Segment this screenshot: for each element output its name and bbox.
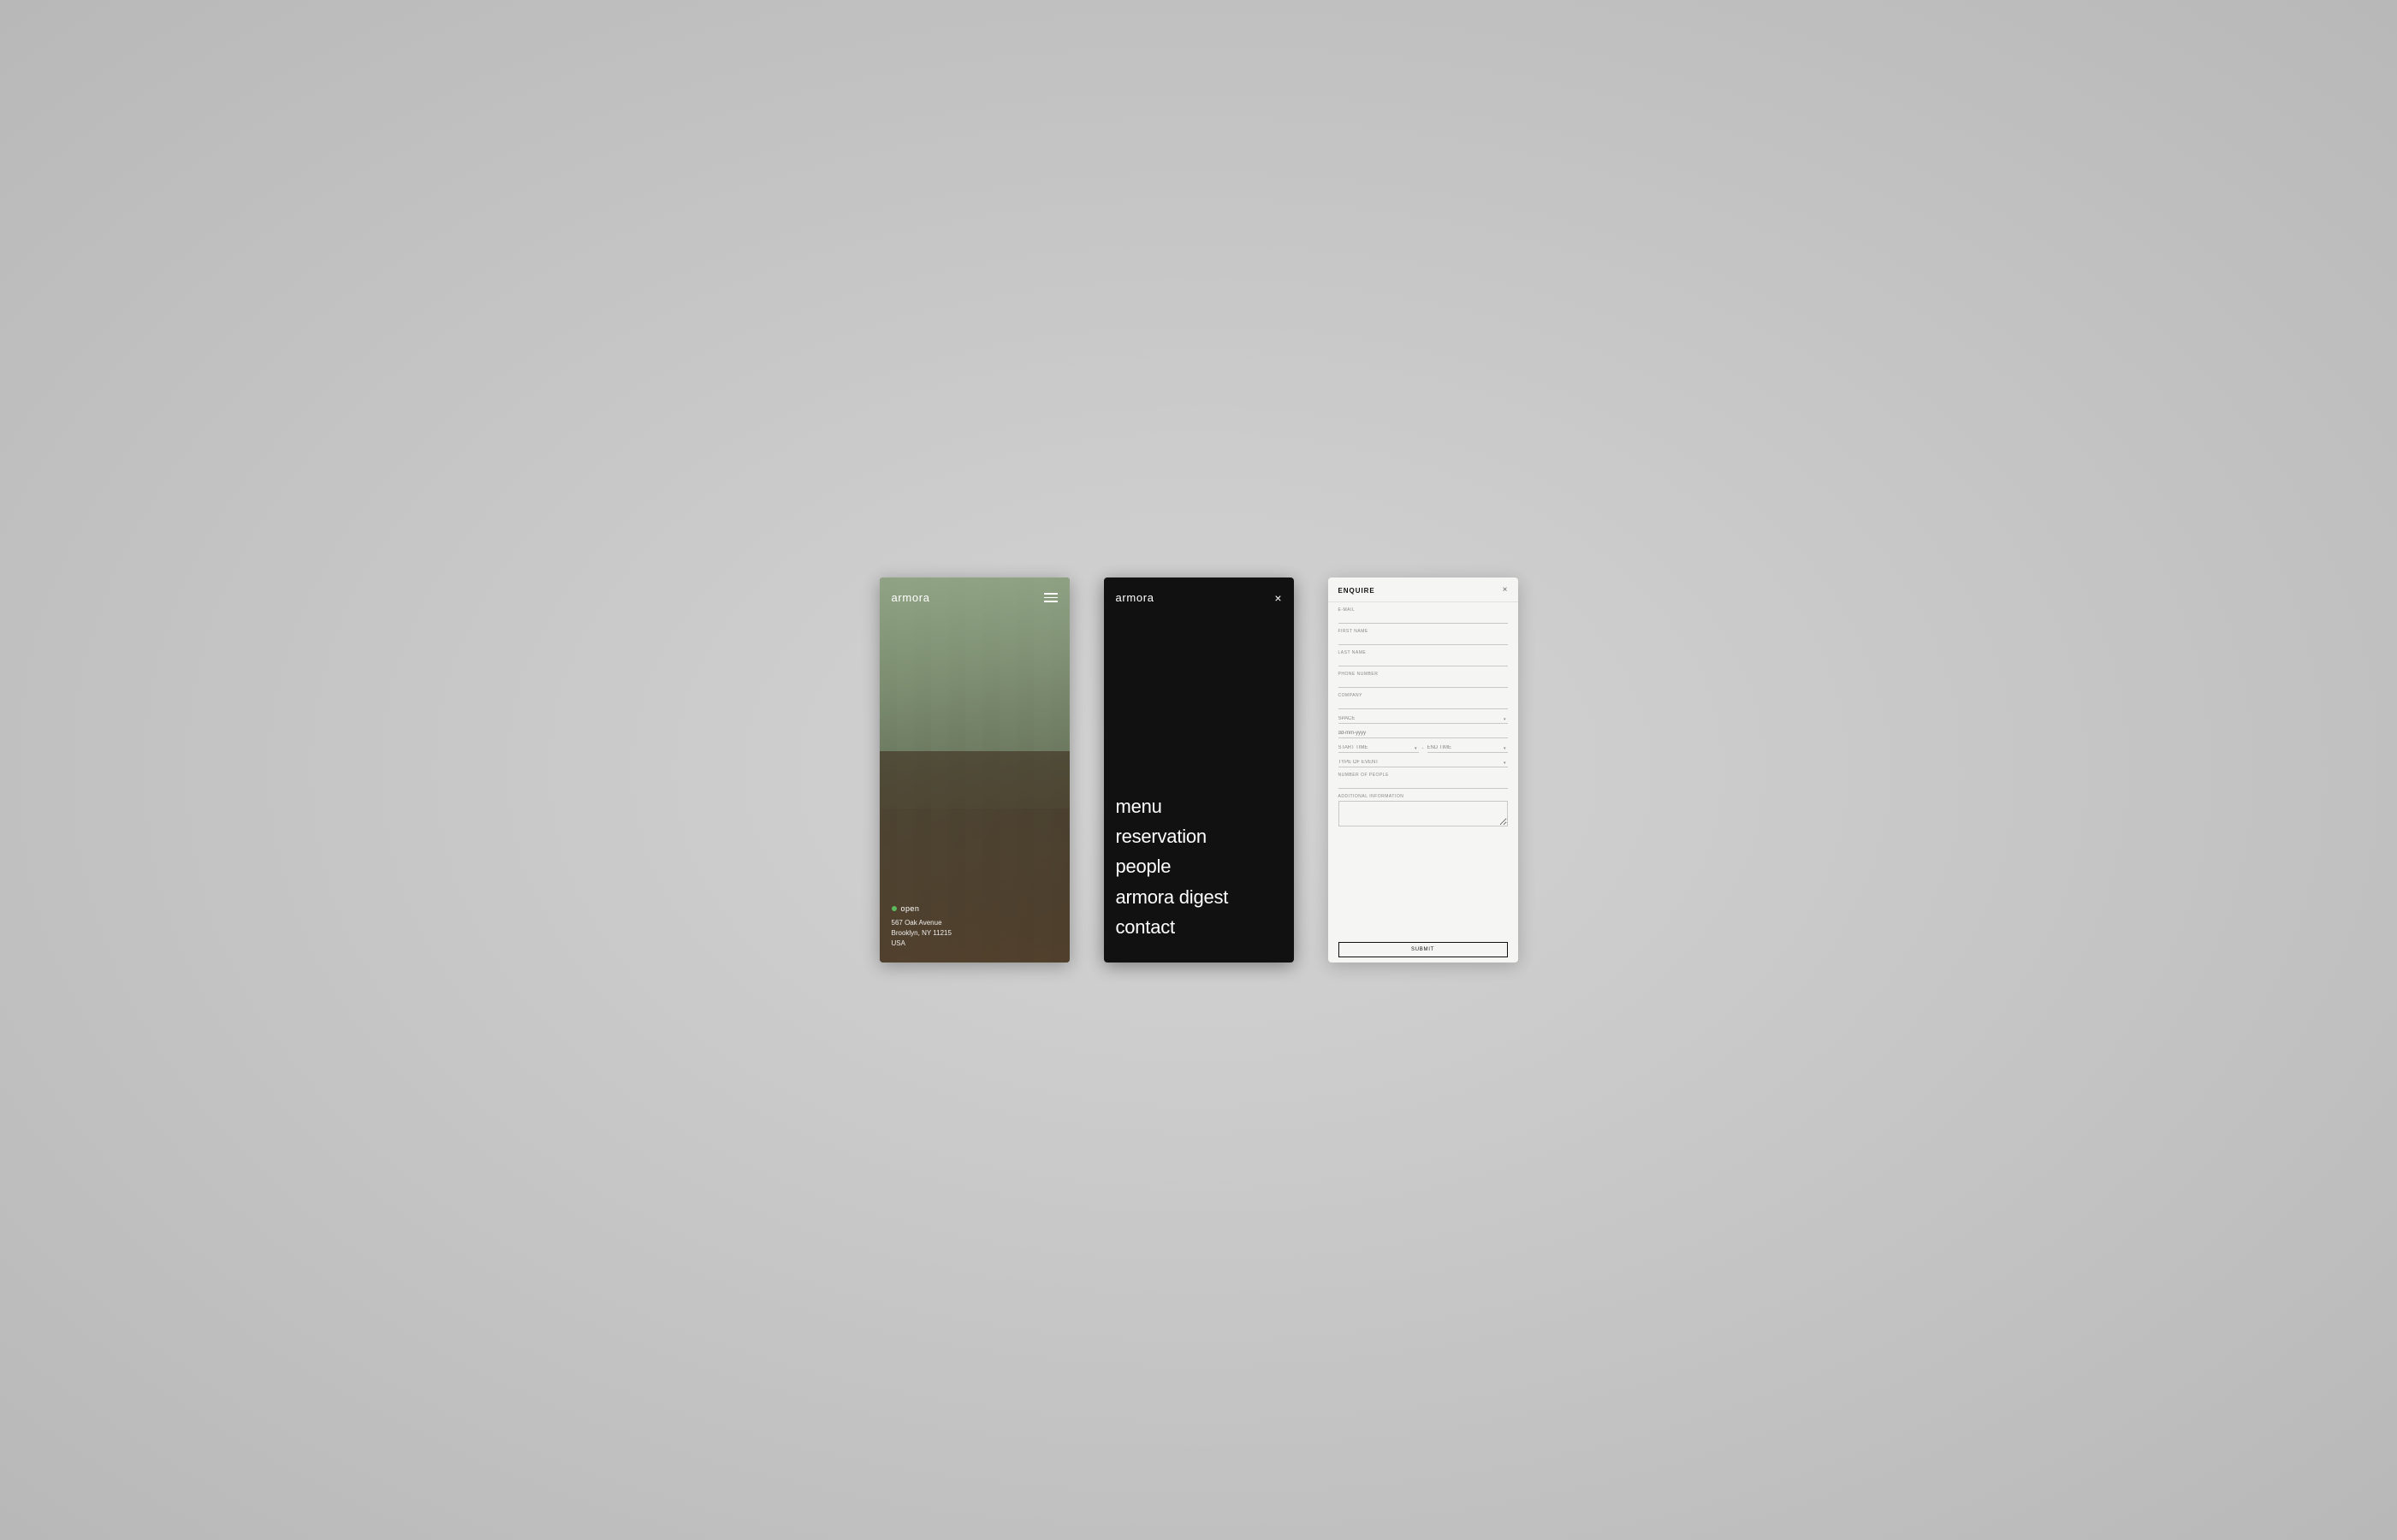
end-time-field: END TIME ▾ bbox=[1427, 743, 1508, 753]
company-label: COMPANY bbox=[1338, 693, 1508, 698]
additional-info-label: ADDITIONAL INFORMATION bbox=[1338, 794, 1508, 799]
first-name-field-group: FIRST NAME bbox=[1338, 629, 1508, 645]
address-line1: 567 Oak Avenue bbox=[892, 918, 1058, 928]
first-name-input[interactable] bbox=[1338, 636, 1508, 645]
additional-info-textarea[interactable] bbox=[1338, 801, 1508, 826]
last-name-input[interactable] bbox=[1338, 657, 1508, 666]
phone-field-group: PHONE NUMBER bbox=[1338, 672, 1508, 688]
form-header: ENQUIRE × bbox=[1328, 578, 1518, 602]
event-type-select[interactable]: TYPE OF EVENT bbox=[1338, 758, 1508, 767]
enquire-form-screen: ENQUIRE × E-MAIL FIRST NAME LAST NAME PH… bbox=[1328, 578, 1518, 962]
phone-input[interactable] bbox=[1338, 678, 1508, 688]
nav-item-menu[interactable]: menu bbox=[1116, 791, 1282, 821]
start-time-field: START TIME ▾ bbox=[1338, 743, 1419, 753]
space-select-wrapper: SPACE ▾ bbox=[1338, 714, 1508, 724]
start-time-select[interactable]: START TIME bbox=[1338, 743, 1419, 753]
hamburger-line bbox=[1044, 597, 1058, 599]
photo-footer: open 567 Oak Avenue Brooklyn, NY 11215 U… bbox=[880, 891, 1070, 962]
time-field-group: START TIME ▾ - END TIME ▾ bbox=[1338, 743, 1508, 753]
form-body: E-MAIL FIRST NAME LAST NAME PHONE NUMBER… bbox=[1328, 602, 1518, 937]
start-time-select-wrapper: START TIME ▾ bbox=[1338, 743, 1419, 753]
date-input[interactable] bbox=[1338, 729, 1508, 738]
form-footer: SUBMIT bbox=[1328, 937, 1518, 962]
email-field-group: E-MAIL bbox=[1338, 607, 1508, 624]
submit-button[interactable]: SUBMIT bbox=[1338, 942, 1508, 957]
open-label: open bbox=[901, 904, 920, 913]
additional-info-field-group: ADDITIONAL INFORMATION bbox=[1338, 794, 1508, 828]
photo-logo: armora bbox=[892, 591, 930, 604]
email-input[interactable] bbox=[1338, 614, 1508, 624]
address: 567 Oak Avenue Brooklyn, NY 11215 USA bbox=[892, 918, 1058, 949]
space-select[interactable]: SPACE bbox=[1338, 714, 1508, 724]
form-close-icon[interactable]: × bbox=[1503, 586, 1508, 595]
people-label: NUMBER OF PEOPLE bbox=[1338, 773, 1508, 778]
nav-item-reservation[interactable]: reservation bbox=[1116, 821, 1282, 851]
phone-label: PHONE NUMBER bbox=[1338, 672, 1508, 677]
hamburger-menu-icon[interactable] bbox=[1044, 593, 1058, 602]
time-row: START TIME ▾ - END TIME ▾ bbox=[1338, 743, 1508, 753]
people-field-group: NUMBER OF PEOPLE bbox=[1338, 773, 1508, 789]
nav-item-contact[interactable]: contact bbox=[1116, 912, 1282, 942]
photo-header: armora bbox=[880, 578, 1070, 618]
date-field-group bbox=[1338, 729, 1508, 738]
event-type-field-group: TYPE OF EVENT ▾ bbox=[1338, 758, 1508, 767]
last-name-label: LAST NAME bbox=[1338, 650, 1508, 655]
menu-screen: armora × menu reservation people armora … bbox=[1104, 578, 1294, 962]
event-type-select-wrapper: TYPE OF EVENT ▾ bbox=[1338, 758, 1508, 767]
nav-item-people[interactable]: people bbox=[1116, 851, 1282, 881]
time-separator: - bbox=[1422, 746, 1424, 751]
address-line3: USA bbox=[892, 939, 1058, 949]
form-title: ENQUIRE bbox=[1338, 587, 1375, 595]
nav-item-armora-digest[interactable]: armora digest bbox=[1116, 882, 1282, 912]
end-time-select[interactable]: END TIME bbox=[1427, 743, 1508, 753]
menu-close-icon[interactable]: × bbox=[1274, 592, 1281, 604]
hamburger-line bbox=[1044, 601, 1058, 602]
address-line2: Brooklyn, NY 11215 bbox=[892, 928, 1058, 939]
last-name-field-group: LAST NAME bbox=[1338, 650, 1508, 666]
hamburger-line bbox=[1044, 593, 1058, 595]
company-input[interactable] bbox=[1338, 700, 1508, 709]
open-dot-icon bbox=[892, 906, 897, 911]
email-label: E-MAIL bbox=[1338, 607, 1508, 613]
menu-navigation: menu reservation people armora digest co… bbox=[1104, 791, 1294, 962]
space-field-group: SPACE ▾ bbox=[1338, 714, 1508, 724]
open-status: open bbox=[892, 904, 1058, 913]
menu-logo: armora bbox=[1116, 591, 1154, 604]
end-time-select-wrapper: END TIME ▾ bbox=[1427, 743, 1508, 753]
first-name-label: FIRST NAME bbox=[1338, 629, 1508, 634]
menu-header: armora × bbox=[1104, 578, 1294, 618]
people-input[interactable] bbox=[1338, 779, 1508, 789]
photo-screen: armora open 567 Oak Avenue Brooklyn, NY … bbox=[880, 578, 1070, 962]
company-field-group: COMPANY bbox=[1338, 693, 1508, 709]
